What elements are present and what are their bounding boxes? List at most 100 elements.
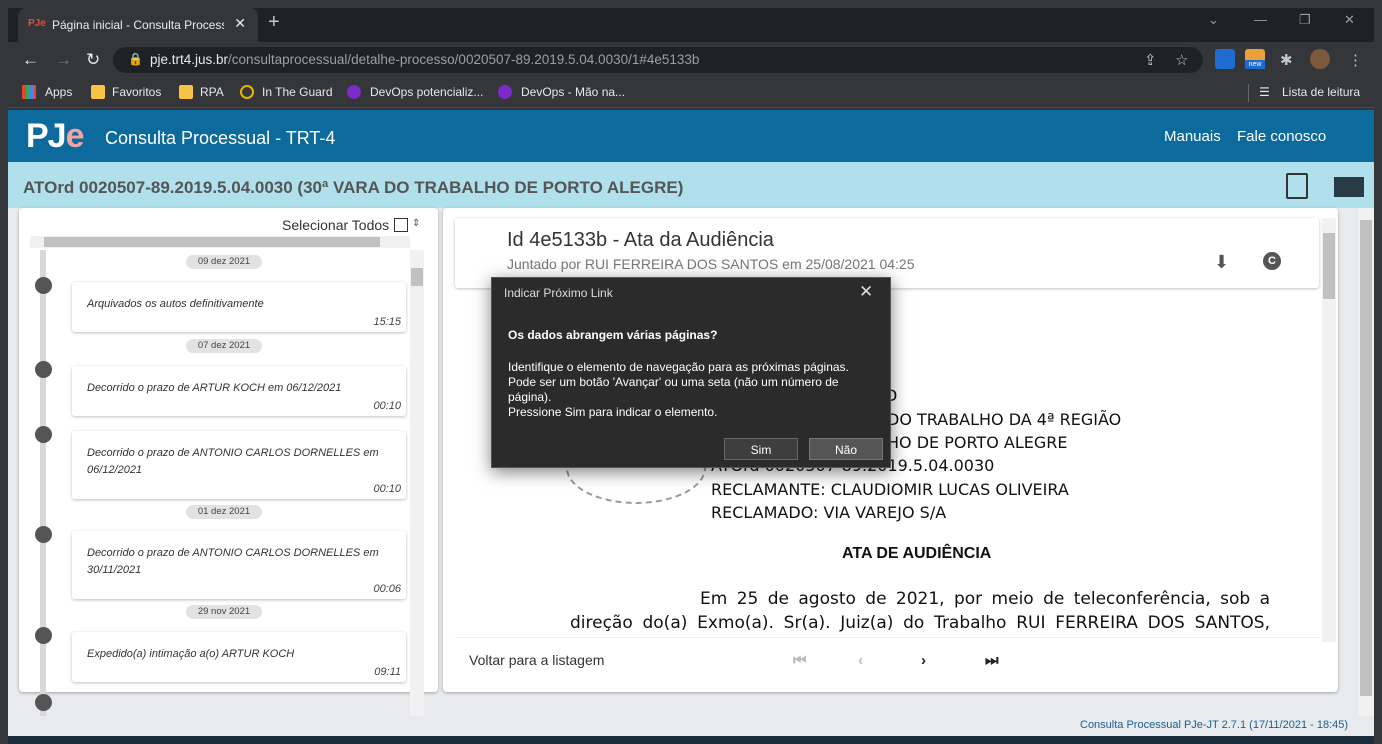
new-tab-icon[interactable]: +: [268, 12, 280, 32]
first-page-icon[interactable]: ⏮: [793, 652, 807, 669]
last-page-icon[interactable]: ⏭: [985, 652, 999, 669]
timeline-item[interactable]: Decorrido o prazo de ANTONIO CARLOS DORN…: [72, 531, 406, 599]
timeline-dot: [35, 426, 52, 443]
timeline-item-time: 00:10: [373, 483, 401, 495]
maximize-icon[interactable]: ❐: [1299, 12, 1311, 28]
date-pill: 29 nov 2021: [186, 605, 262, 619]
timeline-item[interactable]: Decorrido o prazo de ARTUR KOCH em 06/12…: [72, 366, 406, 416]
timeline-item-time: 00:10: [373, 400, 401, 412]
timeline-dot: [35, 361, 52, 378]
minimize-icon[interactable]: —: [1254, 12, 1267, 27]
timeline-item-text: Expedido(a) intimação a(o) ARTUR KOCH: [87, 648, 295, 660]
folder-icon: [91, 85, 105, 99]
devops-icon: [347, 85, 361, 99]
new-badge: new: [1245, 60, 1265, 69]
dialog-body: Identifique o elemento de navegação para…: [508, 360, 849, 404]
timeline-item-time: 09:11: [374, 666, 401, 678]
tab-close-icon[interactable]: ✕: [234, 15, 246, 32]
pje-favicon-icon: PJe: [28, 18, 46, 29]
timeline-dot: [35, 694, 52, 711]
url-host: pje.trt4.jus.br: [150, 52, 229, 67]
timeline-item-text: Decorrido o prazo de ARTUR KOCH em 06/12…: [87, 382, 342, 394]
timeline-scrollbar[interactable]: [410, 250, 424, 716]
bookmarks-divider: [1248, 84, 1249, 102]
back-to-list-link[interactable]: Voltar para a listagem: [469, 652, 604, 668]
bookmark-apps[interactable]: Apps: [45, 85, 72, 99]
no-button[interactable]: Não: [809, 438, 883, 460]
forward-icon[interactable]: →: [55, 50, 72, 70]
download-icon[interactable]: ⬇: [1214, 252, 1229, 273]
reading-list[interactable]: Lista de leitura: [1282, 85, 1360, 99]
date-pill: 07 dez 2021: [186, 339, 262, 353]
menu-kebab-icon[interactable]: ⋮: [1348, 51, 1363, 69]
pdf-icon[interactable]: [1286, 173, 1308, 199]
dialog-instruction: Pressione Sim para indicar o elemento.: [508, 405, 718, 419]
devops-icon: [498, 85, 512, 99]
extensions-puzzle-icon[interactable]: ✱: [1280, 51, 1293, 69]
timeline-dot: [35, 627, 52, 644]
bookmark-favoritos[interactable]: Favoritos: [112, 85, 161, 99]
new-extension-icon[interactable]: new: [1245, 49, 1265, 69]
lock-icon[interactable]: 🔒: [128, 52, 143, 66]
mail-icon[interactable]: [1334, 177, 1364, 197]
doc-heading: ATA DE AUDIÊNCIA: [842, 545, 992, 562]
bookmark-devops-1[interactable]: DevOps potencializ...: [370, 85, 483, 99]
bookmark-star-icon[interactable]: ☆: [1175, 51, 1188, 69]
folder-icon: [179, 85, 193, 99]
previous-page-icon[interactable]: ‹: [858, 652, 863, 669]
yes-button[interactable]: Sim: [724, 438, 798, 460]
dialog-close-icon[interactable]: ✕: [859, 282, 873, 302]
document-scroll-thumb[interactable]: [1323, 233, 1335, 299]
doc-line: DO TRABALHO DA 4ª REGIÃO: [887, 410, 1122, 429]
timeline-item-text: Decorrido o prazo de ANTONIO CARLOS DORN…: [87, 547, 379, 576]
date-pill: 09 dez 2021: [186, 255, 262, 269]
share-icon[interactable]: ⇪: [1144, 51, 1157, 69]
timeline-item[interactable]: Expedido(a) intimação a(o) ARTUR KOCH 09…: [72, 632, 406, 682]
next-page-icon[interactable]: ›: [921, 652, 926, 669]
uipath-extension-icon[interactable]: [1215, 49, 1235, 69]
timeline-item-time: 15:15: [373, 316, 401, 328]
back-icon[interactable]: ←: [22, 50, 39, 70]
logo-pj: PJ: [26, 117, 67, 155]
timeline-dot: [35, 277, 52, 294]
url-path: /consultaprocessual/detalhe-processo/002…: [228, 52, 700, 67]
app-title: Consulta Processual - TRT-4: [105, 128, 336, 148]
doc-paragraph-clip: Em 25 de agosto de 2021, por meio de tel…: [560, 585, 1280, 637]
certificate-icon[interactable]: C: [1263, 252, 1281, 270]
manuais-link[interactable]: Manuais: [1164, 128, 1221, 145]
sort-icon[interactable]: ⇕: [412, 218, 420, 229]
browser-tab[interactable]: PJe Página inicial - Consulta Processual…: [18, 8, 258, 42]
doc-line: RECLAMANTE: CLAUDIOMIR LUCAS OLIVEIRA: [711, 480, 1069, 499]
nav-divider: [455, 637, 1319, 638]
taskbar: [8, 736, 1374, 744]
bookmark-devops-2[interactable]: DevOps - Mão na...: [521, 85, 625, 99]
document-title: Id 4e5133b - Ata da Audiência: [507, 229, 774, 251]
timeline-dot: [35, 526, 52, 543]
doc-paragraph: Em 25 de agosto de 2021, por meio de tel…: [570, 589, 1270, 633]
document-subtitle: Juntado por RUI FERREIRA DOS SANTOS em 2…: [507, 256, 915, 272]
select-all-label: Selecionar Todos: [282, 217, 390, 233]
timeline-item-text: Decorrido o prazo de ANTONIO CARLOS DORN…: [87, 447, 379, 476]
bookmark-rpa[interactable]: RPA: [200, 85, 224, 99]
page-scroll-thumb[interactable]: [1360, 220, 1372, 696]
fale-conosco-link[interactable]: Fale conosco: [1237, 128, 1326, 145]
window-close-icon[interactable]: ✕: [1344, 12, 1355, 28]
timeline-item-text: Arquivados os autos definitivamente: [87, 298, 264, 310]
reload-icon[interactable]: ↻: [86, 50, 100, 70]
profile-avatar[interactable]: [1310, 49, 1330, 69]
doc-line: HO DE PORTO ALEGRE: [887, 433, 1068, 452]
logo-e: e: [65, 117, 85, 155]
date-pill: 01 dez 2021: [186, 505, 262, 519]
horizontal-scroll-thumb[interactable]: [44, 237, 380, 247]
timeline-item[interactable]: Arquivados os autos definitivamente 15:1…: [72, 282, 406, 332]
reading-list-icon[interactable]: ☰: [1259, 85, 1270, 99]
apps-grid-icon: [22, 85, 36, 99]
pje-logo[interactable]: PJe: [26, 117, 85, 155]
select-all-checkbox[interactable]: [394, 218, 408, 232]
timeline-item[interactable]: Decorrido o prazo de ANTONIO CARLOS DORN…: [72, 431, 406, 499]
process-title: ATOrd 0020507-89.2019.5.04.0030 (30ª VAR…: [23, 178, 684, 197]
tab-search-icon[interactable]: ⌄: [1208, 12, 1219, 28]
bookmark-in-the-guard[interactable]: In The Guard: [262, 85, 333, 99]
url-text[interactable]: pje.trt4.jus.br/consultaprocessual/detal…: [150, 52, 699, 67]
timeline-scroll-thumb[interactable]: [411, 268, 423, 286]
